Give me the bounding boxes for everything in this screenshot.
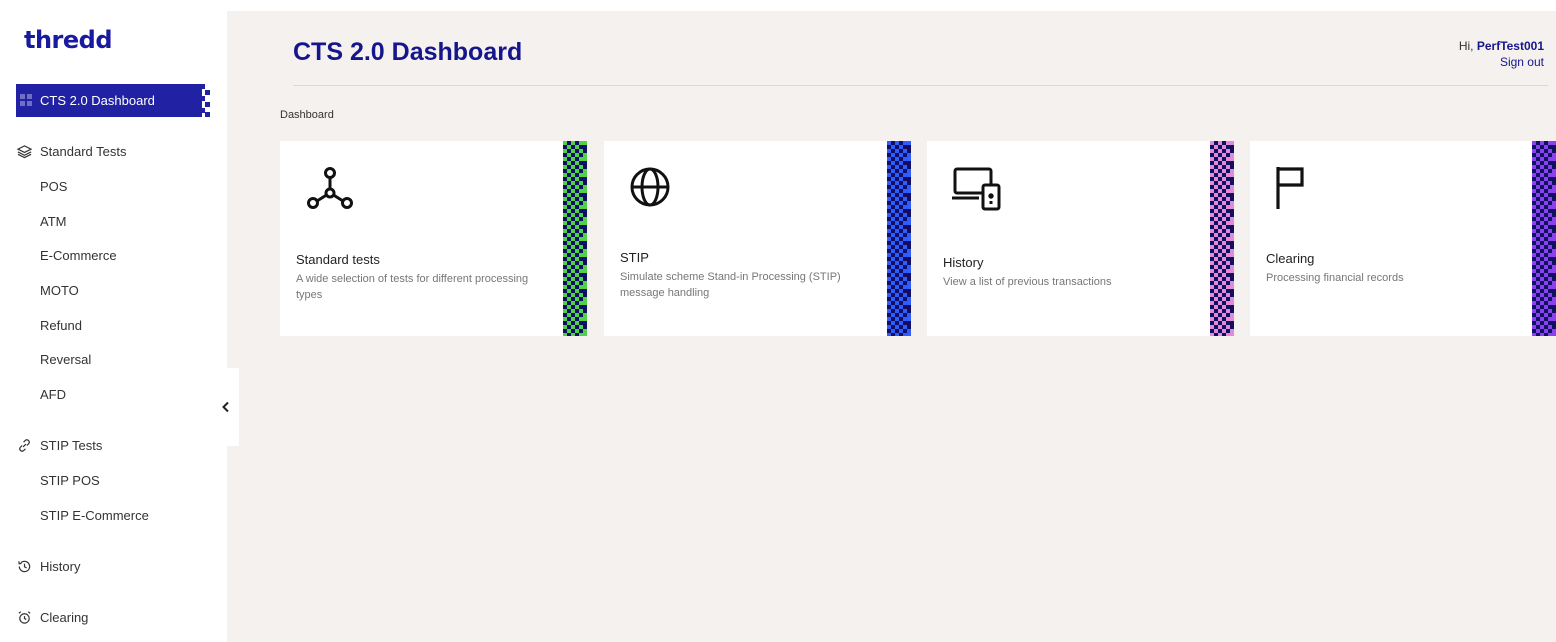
- sidebar-item-dashboard[interactable]: CTS 2.0 Dashboard: [16, 84, 210, 117]
- header-divider: [293, 85, 1548, 86]
- sidebar-item-label: Clearing: [40, 609, 89, 625]
- signout-link[interactable]: Sign out: [1459, 54, 1544, 70]
- link-icon: [16, 437, 32, 453]
- sidebar-item-atm[interactable]: ATM: [40, 214, 66, 229]
- card-accent-stripe: [887, 141, 911, 336]
- card-stip[interactable]: STIP Simulate scheme Stand-in Processing…: [604, 141, 911, 336]
- globe-icon: [630, 167, 670, 207]
- page-title: CTS 2.0 Dashboard: [293, 38, 523, 66]
- history-icon: [16, 558, 32, 574]
- username: PerfTest001: [1476, 39, 1544, 53]
- sidebar-item-stip-ecommerce[interactable]: STIP E-Commerce: [40, 508, 149, 523]
- sidebar-item-afd[interactable]: AFD: [40, 387, 66, 402]
- sidebar-item-pos[interactable]: POS: [40, 179, 67, 194]
- sidebar-section-label: Standard Tests: [40, 143, 127, 159]
- sidebar-item-label: History: [40, 558, 81, 574]
- chevron-left-icon: [222, 401, 229, 413]
- dashboard-grid-icon: [20, 94, 32, 106]
- card-description: Processing financial records: [1266, 272, 1404, 284]
- sidebar-item-refund[interactable]: Refund: [40, 318, 82, 333]
- card-description: View a list of previous transactions: [943, 276, 1112, 288]
- sidebar-item-reversal[interactable]: Reversal: [40, 352, 91, 367]
- flag-icon: [1276, 167, 1304, 209]
- card-title: History: [943, 255, 984, 270]
- sidebar-section-stip-tests[interactable]: STIP Tests: [16, 437, 102, 453]
- card-history[interactable]: History View a list of previous transact…: [927, 141, 1234, 336]
- card-title: Clearing: [1266, 251, 1315, 266]
- user-greeting: Hi, PerfTest001 Sign out: [1459, 38, 1544, 70]
- card-accent-stripe: [1210, 141, 1234, 336]
- sidebar-item-clearing[interactable]: Clearing: [16, 609, 88, 625]
- breadcrumb[interactable]: Dashboard: [280, 109, 334, 121]
- thredd-logo[interactable]: thredd: [24, 26, 113, 54]
- sidebar-item-ecommerce[interactable]: E-Commerce: [40, 248, 117, 263]
- sidebar-item-moto[interactable]: MOTO: [40, 283, 79, 298]
- greeting-prefix: Hi,: [1458, 39, 1474, 53]
- card-title: Standard tests: [296, 252, 380, 267]
- network-nodes-icon: [307, 167, 353, 209]
- sidebar-section-standard-tests[interactable]: Standard Tests: [16, 143, 126, 159]
- sidebar-item-history[interactable]: History: [16, 558, 80, 574]
- sidebar-item-stip-pos[interactable]: STIP POS: [40, 473, 100, 488]
- sidebar-collapse-button[interactable]: [213, 368, 239, 446]
- card-description: A wide selection of tests for different …: [296, 273, 529, 301]
- main-content: CTS 2.0 Dashboard Hi, PerfTest001 Sign o…: [227, 11, 1556, 642]
- card-standard-tests[interactable]: Standard tests A wide selection of tests…: [280, 141, 587, 336]
- card-accent-stripe: [563, 141, 587, 336]
- card-description: Simulate scheme Stand-in Processing (STI…: [620, 271, 841, 299]
- devices-icon: [952, 167, 1001, 211]
- sidebar-item-label: CTS 2.0 Dashboard: [40, 93, 155, 108]
- card-accent-stripe: [1532, 141, 1556, 336]
- card-clearing[interactable]: Clearing Processing financial records: [1250, 141, 1556, 336]
- alarm-clock-icon: [16, 609, 32, 625]
- sidebar-section-label: STIP Tests: [40, 437, 103, 453]
- layers-icon: [16, 143, 32, 159]
- sidebar: thredd CTS 2.0 Dashboard Standard Tests …: [0, 0, 227, 642]
- card-title: STIP: [620, 250, 649, 265]
- nav-active-pixel-edge: [200, 84, 210, 117]
